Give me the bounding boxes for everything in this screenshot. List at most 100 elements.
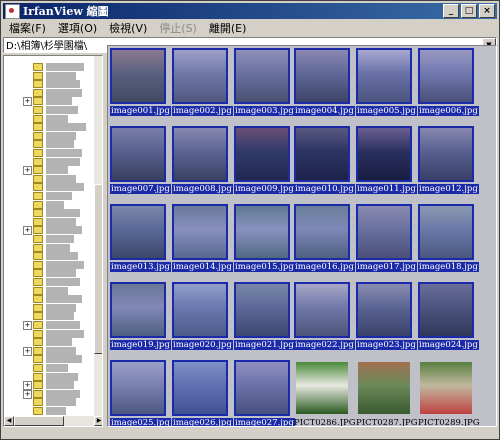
- thumbnail-image[interactable]: [110, 48, 166, 104]
- thumbnail-image[interactable]: [234, 282, 290, 338]
- thumbnail-filename: image013.jpg: [110, 262, 171, 272]
- thumbnail-filename: image002.jpg: [172, 106, 233, 116]
- thumbnail-image[interactable]: [296, 362, 348, 414]
- tree-horizontal-scrollbar[interactable]: ◀ ▶: [4, 416, 102, 426]
- maximize-button[interactable]: □: [461, 4, 477, 18]
- thumbnail-image[interactable]: [356, 282, 412, 338]
- thumbnail-item[interactable]: image002.jpg: [172, 48, 233, 120]
- thumbnail-item[interactable]: image013.jpg: [110, 204, 171, 276]
- thumbnail-image[interactable]: [418, 48, 474, 104]
- thumbnail-image[interactable]: [110, 360, 166, 416]
- window-title: IrfanView 縮圖: [23, 5, 109, 18]
- close-button[interactable]: ×: [479, 4, 495, 18]
- thumbnail-image[interactable]: [172, 126, 228, 182]
- thumbnail-image[interactable]: [418, 204, 474, 260]
- title-bar[interactable]: IrfanView 縮圖 _ □ ×: [3, 3, 497, 19]
- thumbnail-image[interactable]: [356, 204, 412, 260]
- thumbnail-item[interactable]: image007.jpg: [110, 126, 171, 198]
- scroll-right-arrow-icon[interactable]: ▶: [94, 416, 102, 426]
- thumbnail-item[interactable]: image011.jpg: [356, 126, 417, 198]
- thumbnail-image[interactable]: [172, 360, 228, 416]
- thumbnail-filename: image026.jpg: [172, 418, 233, 427]
- thumbnail-image[interactable]: [172, 282, 228, 338]
- thumbnail-item[interactable]: image009.jpg: [234, 126, 295, 198]
- scroll-left-arrow-icon[interactable]: ◀: [4, 416, 14, 426]
- thumbnail-item[interactable]: PICT0287.JPG: [356, 360, 418, 426]
- thumbnail-caption: image003.jpg: [234, 106, 295, 116]
- thumbnail-image[interactable]: [358, 362, 410, 414]
- tree-hscroll-thumb[interactable]: [14, 416, 64, 426]
- thumbnail-item[interactable]: image019.jpg: [110, 282, 171, 354]
- thumbnail-filename: image022.jpg: [294, 340, 355, 350]
- thumbnail-item[interactable]: image025.jpg: [110, 360, 171, 426]
- thumbnail-item[interactable]: image003.jpg: [234, 48, 295, 120]
- thumbnail-image[interactable]: [418, 126, 474, 182]
- thumbnail-filename: PICT0287.JPG: [356, 418, 418, 427]
- menu-options[interactable]: 選項(O): [52, 20, 103, 36]
- thumbnail-filename: image009.jpg: [234, 184, 295, 194]
- thumbnail-item[interactable]: image006.jpg: [418, 48, 479, 120]
- thumbnail-image[interactable]: [294, 204, 350, 260]
- tree-scroll-thumb[interactable]: [94, 184, 102, 354]
- thumbnail-caption: PICT0286.JPG: [294, 418, 356, 426]
- thumbnail-image[interactable]: [234, 360, 290, 416]
- tree-vertical-scrollbar[interactable]: [94, 56, 102, 416]
- thumbnail-item[interactable]: image010.jpg: [294, 126, 355, 198]
- thumbnail-filename: image024.jpg: [418, 340, 479, 350]
- thumbnail-image[interactable]: [172, 204, 228, 260]
- folder-tree[interactable]: ++++++++杉學園檔 ◀ ▶: [3, 55, 103, 427]
- thumbnail-filename: image005.jpg: [356, 106, 417, 116]
- thumbnail-image[interactable]: [294, 48, 350, 104]
- thumbnail-filename: image016.jpg: [294, 262, 355, 272]
- thumbnail-item[interactable]: image022.jpg: [294, 282, 355, 354]
- thumbnail-item[interactable]: image015.jpg: [234, 204, 295, 276]
- thumbnail-filename: PICT0289.JPG: [418, 418, 480, 427]
- thumbnail-caption: image023.jpg: [356, 340, 417, 350]
- thumbnail-item[interactable]: image017.jpg: [356, 204, 417, 276]
- thumbnail-image[interactable]: [110, 126, 166, 182]
- thumbnail-caption: image006.jpg: [418, 106, 479, 116]
- thumbnail-item[interactable]: image014.jpg: [172, 204, 233, 276]
- thumbnail-image[interactable]: [234, 48, 290, 104]
- thumbnail-item[interactable]: image001.jpg: [110, 48, 171, 120]
- thumbnail-item[interactable]: image005.jpg: [356, 48, 417, 120]
- thumbnail-image[interactable]: [234, 204, 290, 260]
- thumbnail-image[interactable]: [356, 126, 412, 182]
- thumbnail-image[interactable]: [418, 282, 474, 338]
- thumbnail-image[interactable]: [420, 362, 472, 414]
- thumbnail-item[interactable]: image018.jpg: [418, 204, 479, 276]
- thumbnail-item[interactable]: image026.jpg: [172, 360, 233, 426]
- thumbnail-item[interactable]: image016.jpg: [294, 204, 355, 276]
- thumbnail-caption: image013.jpg: [110, 262, 171, 272]
- thumbnail-item[interactable]: PICT0289.JPG: [418, 360, 480, 426]
- thumbnail-item[interactable]: image004.jpg: [294, 48, 355, 120]
- thumbnail-image[interactable]: [110, 282, 166, 338]
- menu-view[interactable]: 檢視(V): [103, 20, 153, 36]
- thumbnail-caption: PICT0287.JPG: [356, 418, 418, 426]
- menu-file[interactable]: 檔案(F): [3, 20, 52, 36]
- thumbnail-item[interactable]: image008.jpg: [172, 126, 233, 198]
- thumbnail-image[interactable]: [172, 48, 228, 104]
- thumbnail-caption: image022.jpg: [294, 340, 355, 350]
- thumbnail-filename: image019.jpg: [110, 340, 171, 350]
- thumbnail-image[interactable]: [110, 204, 166, 260]
- thumbnail-filename: image010.jpg: [294, 184, 355, 194]
- thumbnail-item[interactable]: image012.jpg: [418, 126, 479, 198]
- thumbnail-item[interactable]: image021.jpg: [234, 282, 295, 354]
- minimize-button[interactable]: _: [443, 4, 459, 18]
- thumbnail-image[interactable]: [294, 282, 350, 338]
- thumbnail-caption: image002.jpg: [172, 106, 233, 116]
- thumbnail-image[interactable]: [356, 48, 412, 104]
- thumbnail-caption: image007.jpg: [110, 184, 171, 194]
- irfanview-app-icon[interactable]: [5, 3, 20, 19]
- thumbnail-item[interactable]: image024.jpg: [418, 282, 479, 354]
- thumbnail-image[interactable]: [234, 126, 290, 182]
- thumbnail-filename: image012.jpg: [418, 184, 479, 194]
- thumbnail-filename: image023.jpg: [356, 340, 417, 350]
- thumbnail-item[interactable]: image020.jpg: [172, 282, 233, 354]
- menu-exit[interactable]: 離開(E): [203, 20, 253, 36]
- thumbnail-image[interactable]: [294, 126, 350, 182]
- thumbnail-item[interactable]: PICT0286.JPG: [294, 360, 356, 426]
- thumbnail-item[interactable]: image023.jpg: [356, 282, 417, 354]
- thumbnail-item[interactable]: image027.jpg: [234, 360, 295, 426]
